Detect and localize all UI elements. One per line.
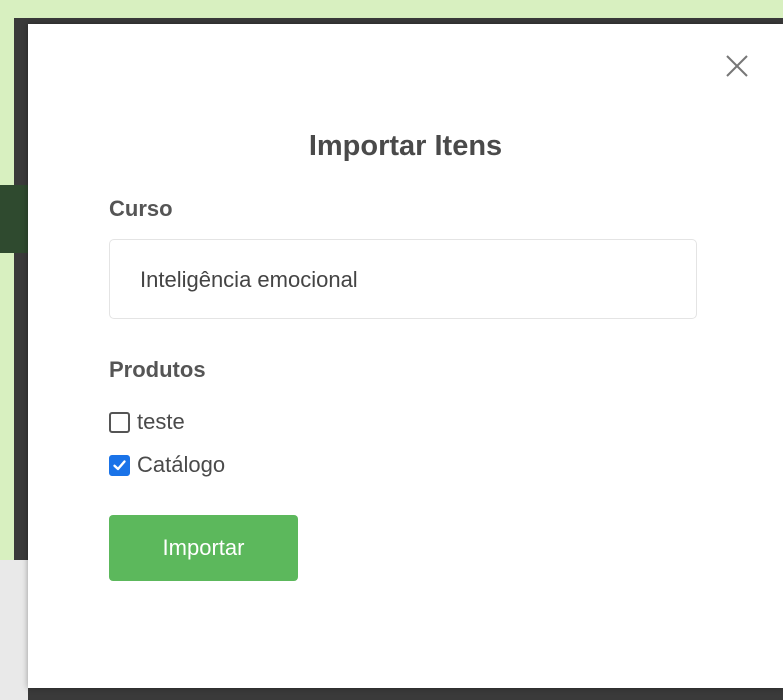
backdrop-lower-fragment — [0, 560, 28, 700]
product-option-label: Catálogo — [137, 452, 226, 477]
product-option-catalogo[interactable]: Catálogo — [109, 452, 225, 478]
course-select[interactable]: Inteligência emocional — [109, 239, 697, 319]
course-label: Curso — [109, 196, 173, 221]
import-items-modal: Importar Itens Curso Inteligência emocio… — [28, 24, 783, 688]
close-button[interactable] — [723, 52, 751, 80]
import-button[interactable]: Importar — [109, 515, 298, 581]
close-icon — [726, 55, 748, 77]
products-label: Produtos — [109, 357, 206, 382]
backdrop-top-edge — [0, 0, 783, 18]
checked-checkbox[interactable] — [109, 454, 130, 476]
modal-title: Importar Itens — [308, 130, 503, 162]
product-option-label: teste — [137, 409, 185, 434]
unchecked-checkbox[interactable] — [109, 411, 130, 433]
checkmark-icon — [113, 459, 126, 470]
backdrop-header-fragment — [0, 185, 28, 253]
product-option-teste[interactable]: teste — [109, 409, 185, 435]
